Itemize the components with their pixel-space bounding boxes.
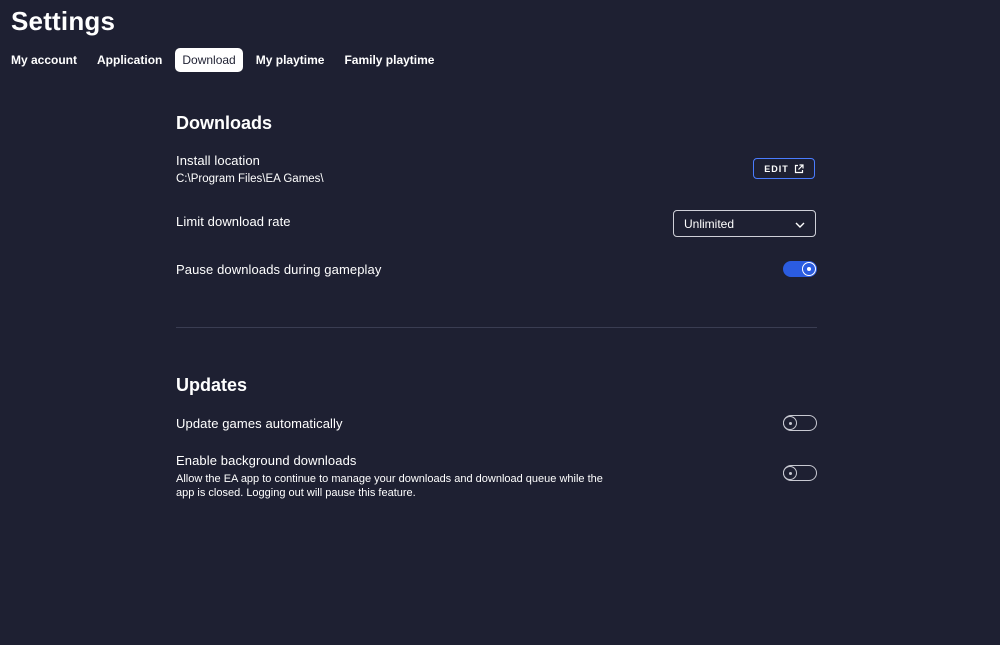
download-rate-value: Unlimited <box>684 216 735 231</box>
settings-tabs: My account Application Download My playt… <box>4 48 441 72</box>
tab-application[interactable]: Application <box>90 48 169 72</box>
install-location-path: C:\Program Files\EA Games\ <box>176 173 324 185</box>
settings-page: Settings My account Application Download… <box>0 0 1000 645</box>
tab-my-account[interactable]: My account <box>4 48 84 72</box>
auto-update-toggle[interactable] <box>783 415 817 431</box>
background-downloads-toggle[interactable] <box>783 465 817 481</box>
limit-download-rate-label: Limit download rate <box>176 214 291 229</box>
chevron-down-icon <box>795 217 805 231</box>
pause-downloads-label: Pause downloads during gameplay <box>176 262 382 277</box>
external-link-icon <box>794 163 804 174</box>
section-divider <box>176 327 817 328</box>
tab-download[interactable]: Download <box>175 48 243 72</box>
auto-update-label: Update games automatically <box>176 416 343 431</box>
tab-my-playtime[interactable]: My playtime <box>249 48 332 72</box>
background-downloads-label: Enable background downloads <box>176 453 357 468</box>
toggle-knob <box>783 416 797 430</box>
tab-family-playtime[interactable]: Family playtime <box>337 48 441 72</box>
page-title: Settings <box>11 6 116 36</box>
install-location-label: Install location <box>176 153 260 168</box>
background-downloads-description-line1: Allow the EA app to continue to manage y… <box>176 473 603 485</box>
pause-downloads-toggle[interactable] <box>783 261 817 277</box>
background-downloads-description-line2: app is closed. Logging out will pause th… <box>176 487 416 499</box>
downloads-section-title: Downloads <box>176 113 273 133</box>
updates-section-title: Updates <box>176 375 248 395</box>
edit-button-label: EDIT <box>764 163 789 174</box>
toggle-knob <box>783 466 797 480</box>
toggle-knob <box>802 262 816 276</box>
edit-install-location-button[interactable]: EDIT <box>753 158 815 179</box>
download-rate-select[interactable]: Unlimited <box>673 210 816 237</box>
